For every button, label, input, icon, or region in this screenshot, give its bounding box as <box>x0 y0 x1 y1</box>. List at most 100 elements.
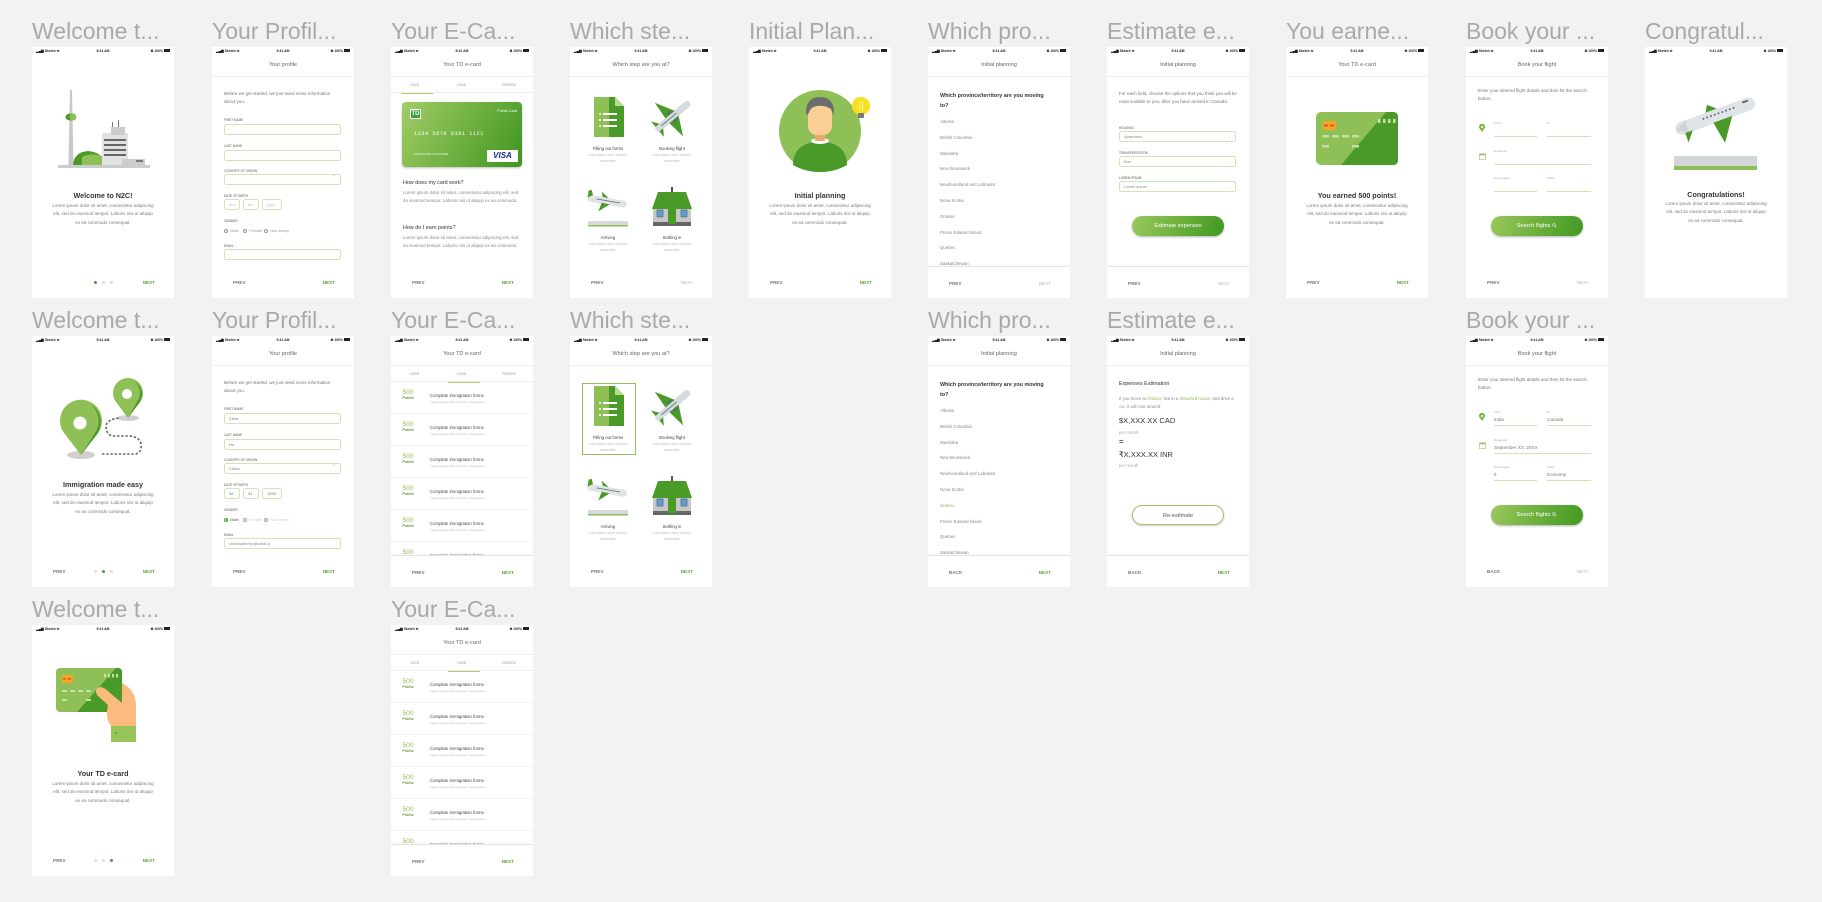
dob-field[interactable]: 31 <box>243 488 259 499</box>
page-dot[interactable] <box>109 570 113 573</box>
artboard-title[interactable]: Which ste... <box>570 18 720 44</box>
artboard-title[interactable]: Estimate e... <box>1107 18 1257 44</box>
prev-button[interactable]: PREV <box>1128 281 1141 286</box>
back-button[interactable]: BACK <box>1487 569 1500 574</box>
country-name-field[interactable] <box>224 174 341 185</box>
page-dot[interactable] <box>101 859 105 862</box>
back-button[interactable]: BACK <box>1128 570 1141 575</box>
next-button[interactable]: NEXT <box>1218 281 1230 286</box>
next-button[interactable]: NEXT <box>502 570 514 575</box>
prev-button[interactable]: PREV <box>1487 280 1500 285</box>
prev-button[interactable]: PREV <box>412 280 425 285</box>
next-button[interactable]: NEXT <box>502 280 514 285</box>
last-name-field[interactable]: Ho <box>224 439 341 450</box>
next-button[interactable]: NEXT <box>1218 570 1230 575</box>
prev-button[interactable]: PREV <box>233 569 246 574</box>
artboard-title[interactable]: Welcome t... <box>32 307 182 333</box>
prev-button[interactable]: PREV <box>770 280 783 285</box>
earn-list-item[interactable]: 500PointsComplete immigration formsLorem… <box>391 831 533 844</box>
next-button[interactable]: NEXT <box>1039 570 1051 575</box>
province-option[interactable]: Newfoundland and Labrador <box>940 471 995 476</box>
province-option[interactable]: Quebec <box>940 534 955 539</box>
next-button[interactable]: NEXT <box>681 280 693 285</box>
earn-list-item[interactable]: 500PointsComplete immigration formsLorem… <box>391 382 533 414</box>
earn-list-item[interactable]: 500PointsComplete immigration formsLorem… <box>391 703 533 735</box>
tab-earn[interactable]: EARN <box>438 366 485 383</box>
artboard-title[interactable]: Which pro... <box>928 307 1078 333</box>
email-field[interactable]: christopherho@tdlab.io <box>224 538 341 549</box>
page-dot[interactable] <box>93 859 97 862</box>
prev-button[interactable]: PREV <box>233 280 246 285</box>
search-flights-button[interactable]: Search flights ⚲ <box>1491 216 1583 236</box>
next-button[interactable]: NEXT <box>143 280 155 285</box>
dob-field[interactable]: mm <box>224 199 240 210</box>
province-option[interactable]: Prince Edward Island <box>940 230 982 235</box>
artboard-title[interactable]: Your Profil... <box>212 18 362 44</box>
province-option[interactable]: New Brunswick <box>940 455 970 460</box>
province-option[interactable]: Nova Scotia <box>940 198 964 203</box>
next-button[interactable]: NEXT <box>860 280 872 285</box>
province-option[interactable]: Alberta <box>940 408 954 413</box>
province-option[interactable]: New Brunswick <box>940 166 970 171</box>
earn-list-item[interactable]: 500PointsComplete immigration formsLorem… <box>391 414 533 446</box>
back-button[interactable]: BACK <box>949 570 962 575</box>
earn-list-item[interactable]: 500PointsComplete immigration formsLorem… <box>391 767 533 799</box>
next-button[interactable]: NEXT <box>323 280 335 285</box>
artboard-title[interactable]: Your E-Ca... <box>391 18 541 44</box>
prev-button[interactable]: PREV <box>412 570 425 575</box>
next-button[interactable]: NEXT <box>502 859 514 864</box>
province-option[interactable]: British Columbia <box>940 135 972 140</box>
next-button[interactable]: NEXT <box>1397 280 1409 285</box>
next-button[interactable]: NEXT <box>1577 569 1589 574</box>
artboard-title[interactable]: Which pro... <box>928 18 1078 44</box>
prev-button[interactable]: PREV <box>949 281 962 286</box>
artboard-title[interactable]: Which ste... <box>570 307 720 333</box>
country-name-field[interactable]: China <box>224 463 341 474</box>
earn-list-item[interactable]: 500PointsComplete immigration formsLorem… <box>391 799 533 831</box>
artboard-title[interactable]: Book your ... <box>1466 18 1616 44</box>
earn-list-item[interactable]: 500PointsComplete immigration formsLorem… <box>391 671 533 703</box>
page-dot[interactable] <box>101 281 105 284</box>
gender-radio-male[interactable]: Male <box>224 517 239 522</box>
earn-list-item[interactable]: 500PointsComplete immigration formsLorem… <box>391 510 533 542</box>
page-dot[interactable] <box>109 281 113 284</box>
next-button[interactable]: NEXT <box>681 569 693 574</box>
province-option[interactable]: Ontario <box>940 214 954 219</box>
artboard-title[interactable]: Your E-Ca... <box>391 307 541 333</box>
province-option[interactable]: Ontario <box>940 503 954 508</box>
prev-button[interactable]: PREV <box>1307 280 1320 285</box>
tab-redeem[interactable]: REDEEM <box>486 655 533 671</box>
dob-field[interactable]: 08 <box>224 488 240 499</box>
page-dot[interactable] <box>93 281 97 284</box>
prev-button[interactable]: PREV <box>591 569 604 574</box>
artboard-title[interactable]: Your Profil... <box>212 307 362 333</box>
artboard-title[interactable]: Your E-Ca... <box>391 596 541 622</box>
dob-field[interactable]: dd <box>243 199 259 210</box>
tab-redeem[interactable]: REDEEM <box>486 77 533 93</box>
dob-field[interactable]: 1999 <box>262 488 282 499</box>
province-option[interactable]: Prince Edward Island <box>940 519 982 524</box>
tab-card[interactable]: CARD <box>391 366 438 382</box>
tab-card[interactable]: CARD <box>391 77 438 94</box>
first-name-field[interactable]: Chris <box>224 413 341 424</box>
dob-field[interactable]: yyyy <box>262 199 282 210</box>
tab-earn[interactable]: EARN <box>438 655 485 672</box>
gender-radio-female[interactable]: Female <box>243 228 262 233</box>
tab-redeem[interactable]: REDEEM <box>486 366 533 382</box>
artboard-title[interactable]: Welcome t... <box>32 596 182 622</box>
search-flights-button[interactable]: Search flights ⚲ <box>1491 505 1583 525</box>
prev-button[interactable]: PREV <box>591 280 604 285</box>
next-button[interactable]: NEXT <box>143 858 155 863</box>
artboard-title[interactable]: Book your ... <box>1466 307 1616 333</box>
gender-radio-female[interactable]: Female <box>243 517 262 522</box>
artboard-title[interactable]: You earne... <box>1286 18 1436 44</box>
artboard-title[interactable]: Congratul... <box>1645 18 1795 44</box>
first-name-field[interactable] <box>224 124 341 135</box>
prev-button[interactable]: PREV <box>412 859 425 864</box>
province-option[interactable]: Quebec <box>940 245 955 250</box>
tab-earn[interactable]: EARN <box>438 77 485 93</box>
artboard-title[interactable]: Welcome t... <box>32 18 182 44</box>
gender-radio-non-binary[interactable]: Non-binary <box>264 517 289 522</box>
tab-card[interactable]: CARD <box>391 655 438 671</box>
earn-list-item[interactable]: 500PointsComplete immigration formsLorem… <box>391 542 533 555</box>
